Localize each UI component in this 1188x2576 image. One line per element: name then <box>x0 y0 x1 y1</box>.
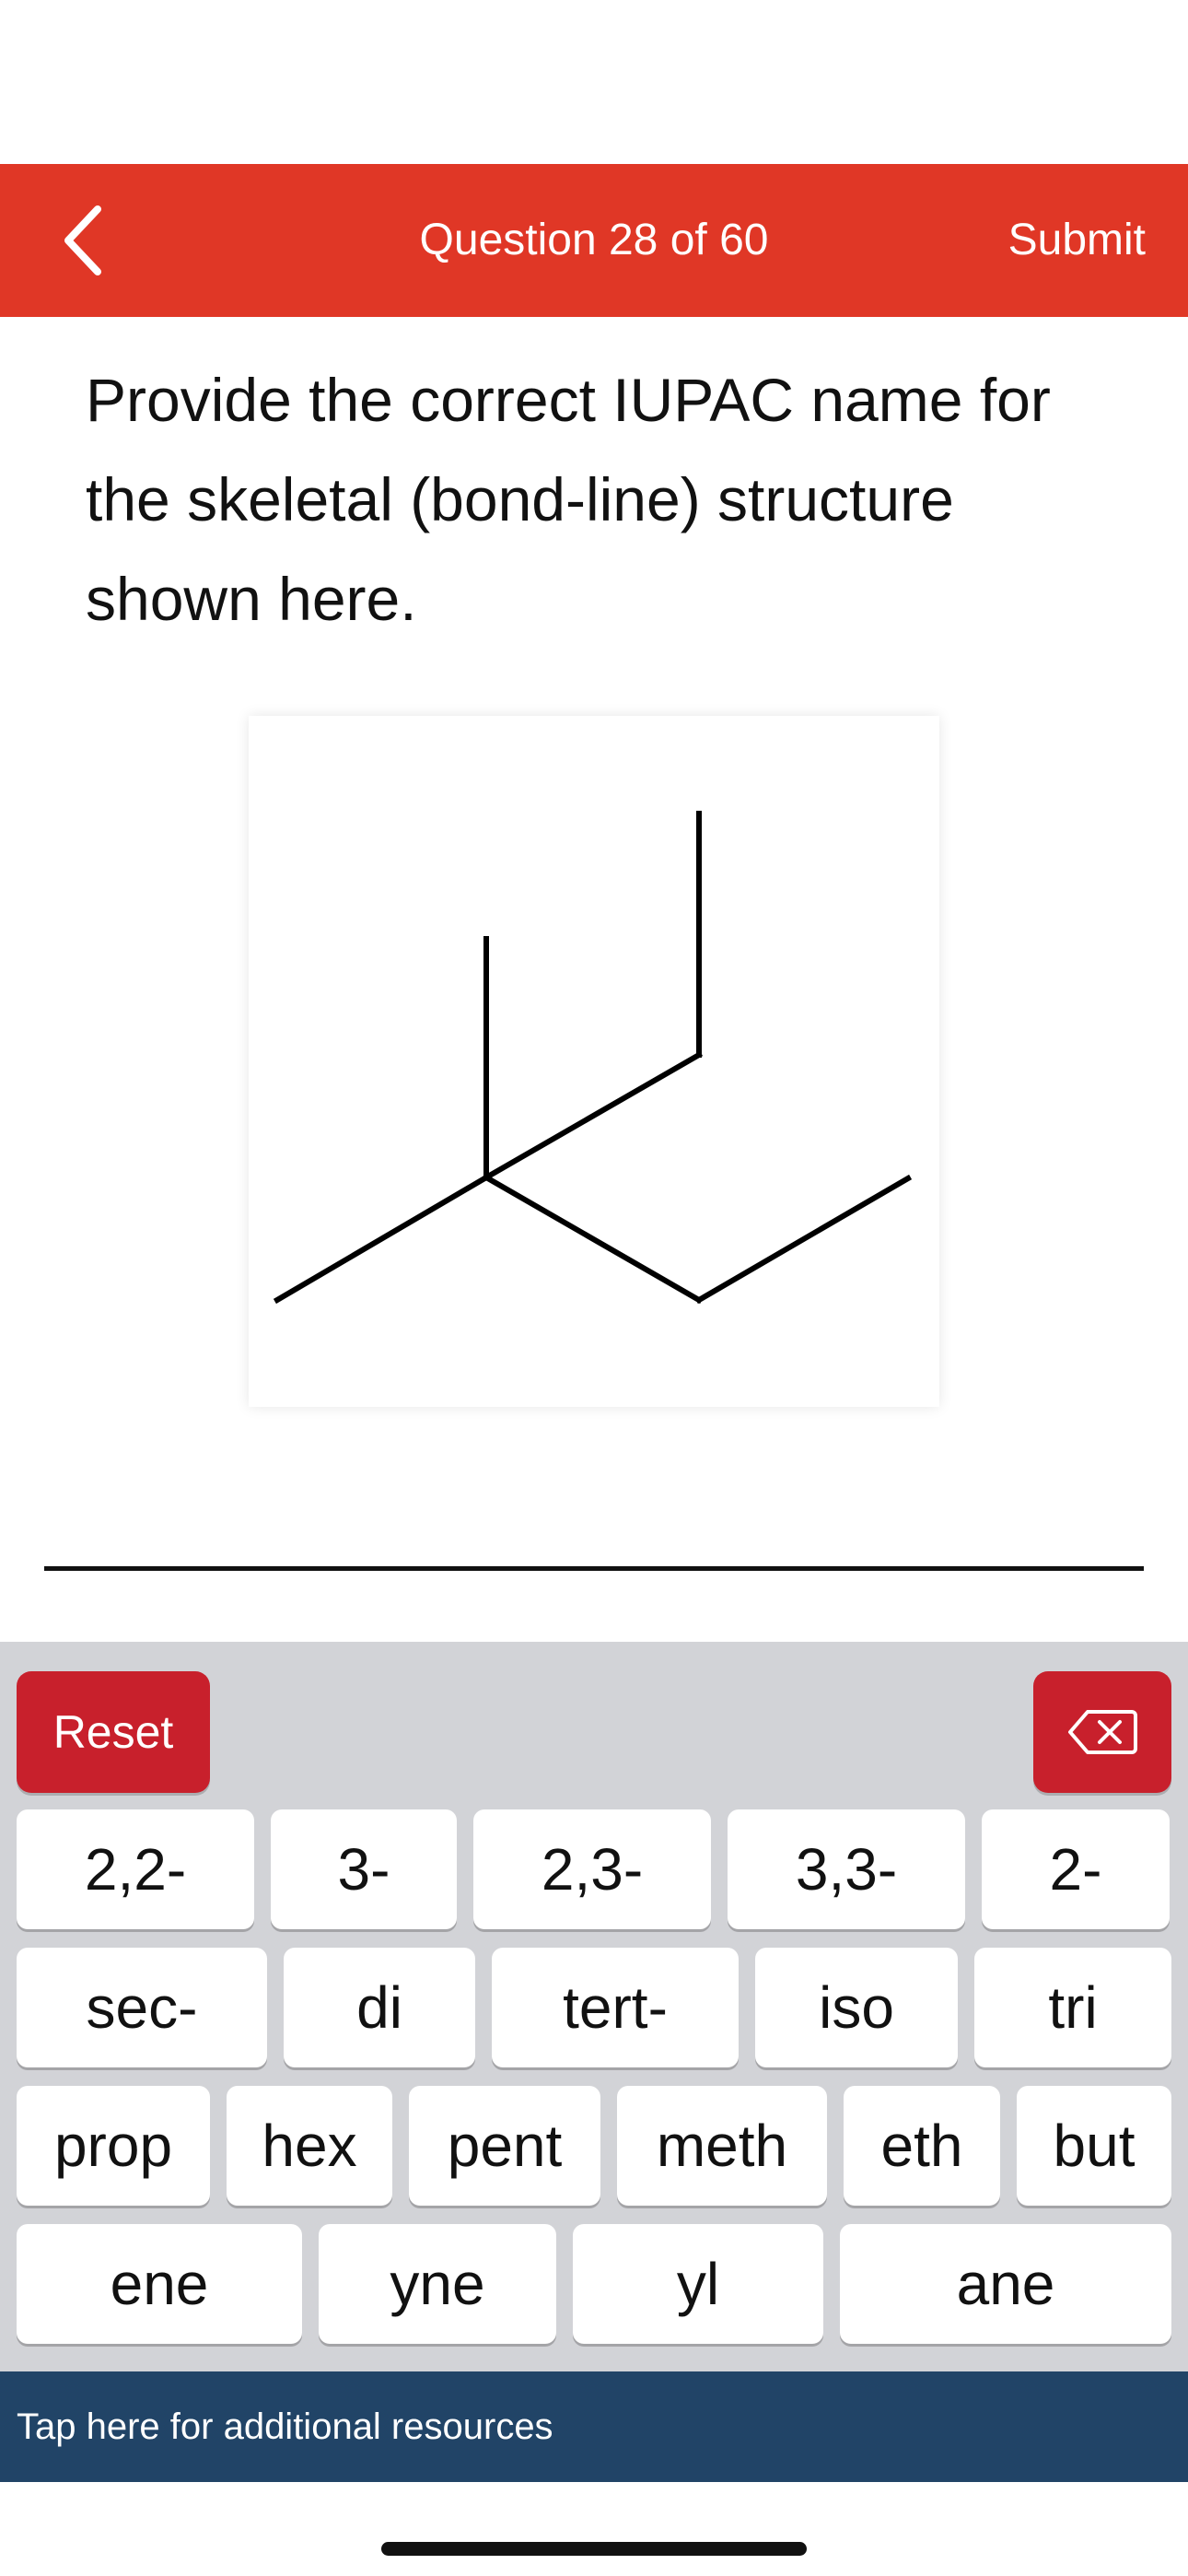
key-3-3[interactable]: 3,3- <box>728 1809 965 1929</box>
keyboard-row-suffixes: ene yne yl ane <box>17 2224 1171 2344</box>
keyboard-row-prefixes: sec- di tert- iso tri <box>17 1948 1171 2067</box>
question-prompt: Provide the correct IUPAC name for the s… <box>86 366 1051 633</box>
key-ene[interactable]: ene <box>17 2224 302 2344</box>
key-yl[interactable]: yl <box>573 2224 823 2344</box>
key-but[interactable]: but <box>1017 2086 1171 2206</box>
bond-upper-ethyl-1 <box>482 1050 704 1182</box>
key-eth[interactable]: eth <box>844 2086 1000 2206</box>
reset-button[interactable]: Reset <box>17 1671 210 1793</box>
key-pent[interactable]: pent <box>409 2086 600 2206</box>
key-ane[interactable]: ane <box>840 2224 1171 2344</box>
backspace-icon <box>1068 1710 1137 1754</box>
chevron-left-icon <box>64 205 101 275</box>
nomenclature-keyboard: Reset 2,2- 3- 2,3- 3,3- 2- sec- di tert-… <box>0 1642 1188 2371</box>
key-iso[interactable]: iso <box>755 1948 958 2067</box>
key-tert[interactable]: tert- <box>492 1948 739 2067</box>
question-header: Question 28 of 60 Submit <box>0 164 1188 317</box>
submit-button[interactable]: Submit <box>1008 164 1146 317</box>
key-3[interactable]: 3- <box>271 1809 457 1929</box>
keyboard-row-parents: prop hex pent meth eth but <box>17 2086 1171 2206</box>
key-di[interactable]: di <box>284 1948 475 2067</box>
key-prop[interactable]: prop <box>17 2086 210 2206</box>
key-sec[interactable]: sec- <box>17 1948 267 2067</box>
bond-lower-ethyl-2 <box>694 1174 913 1305</box>
key-tri[interactable]: tri <box>974 1948 1171 2067</box>
keyboard-row-locants: 2,2- 3- 2,3- 3,3- 2- <box>17 1809 1171 1929</box>
skeletal-structure-image <box>249 716 939 1407</box>
backspace-button[interactable] <box>1033 1671 1171 1793</box>
key-2-2[interactable]: 2,2- <box>17 1809 254 1929</box>
key-hex[interactable]: hex <box>227 2086 392 2206</box>
home-indicator[interactable] <box>381 2542 807 2556</box>
key-yne[interactable]: yne <box>319 2224 556 2344</box>
back-button[interactable] <box>46 201 120 280</box>
key-meth[interactable]: meth <box>617 2086 827 2206</box>
bond-left-methyl <box>273 1173 491 1305</box>
bond-lower-ethyl-1 <box>482 1173 704 1305</box>
key-2[interactable]: 2- <box>982 1809 1170 1929</box>
additional-resources-button[interactable]: Tap here for additional resources <box>0 2371 1188 2482</box>
skeletal-structure-drawing <box>273 811 913 1305</box>
answer-field[interactable] <box>44 1566 1144 1571</box>
key-2-3[interactable]: 2,3- <box>473 1809 711 1929</box>
